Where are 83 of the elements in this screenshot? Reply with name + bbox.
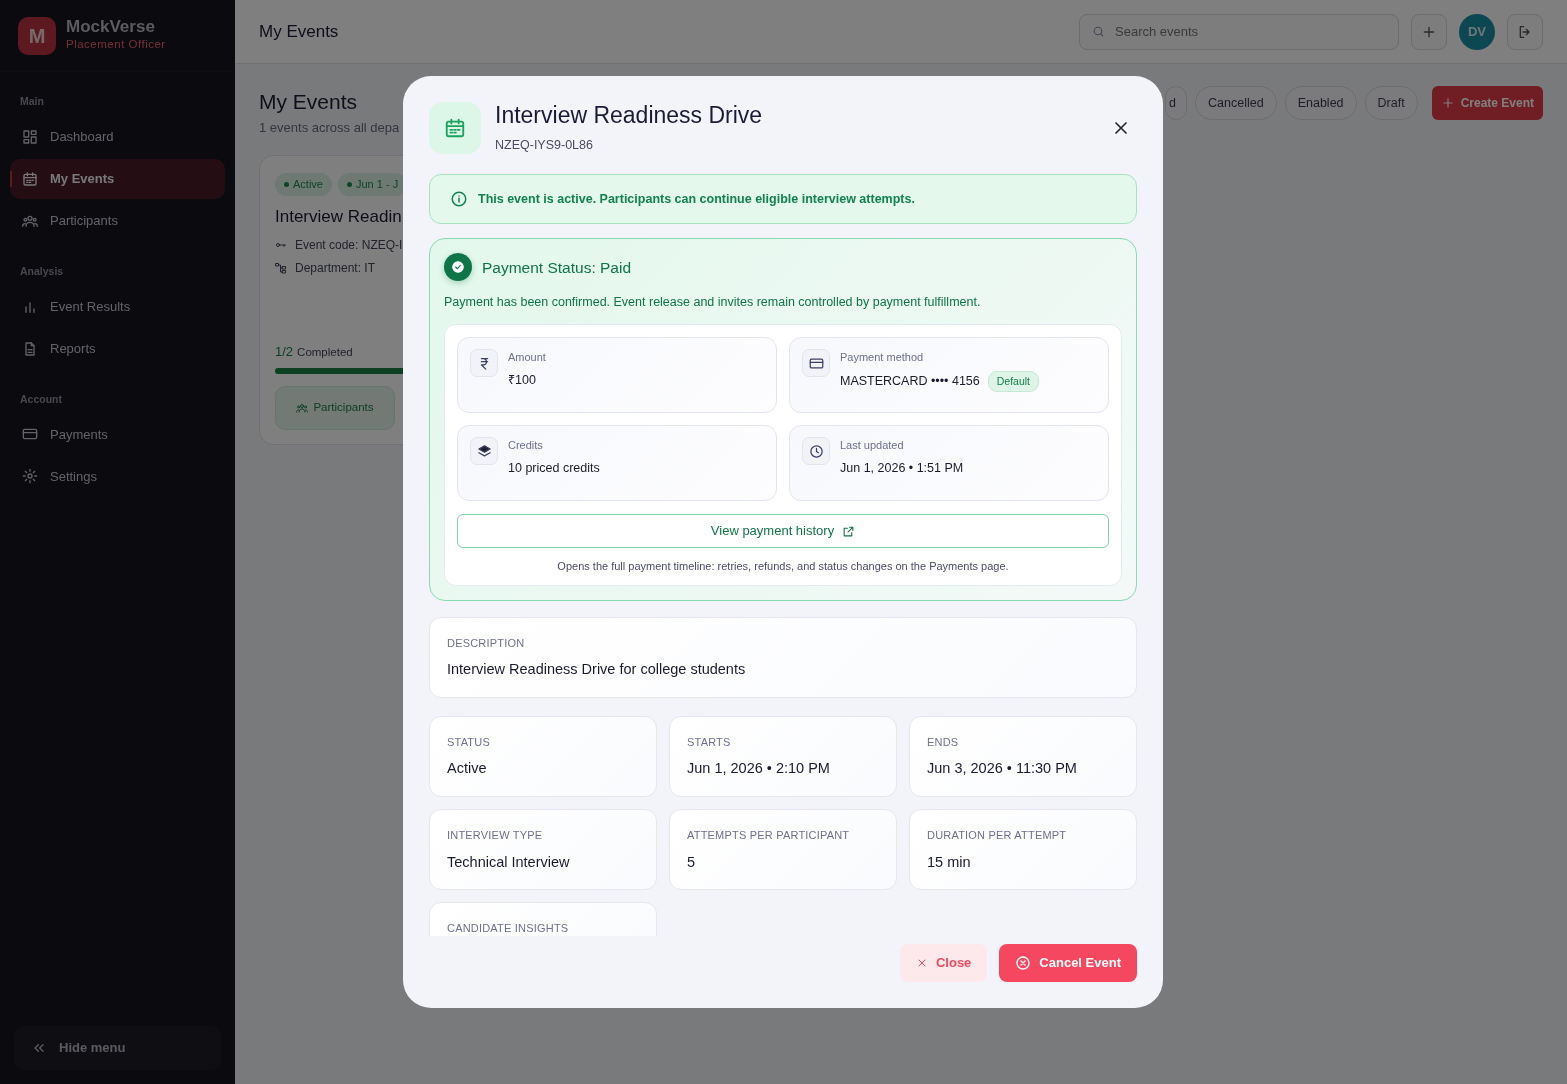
add-button[interactable] [1411,13,1447,50]
cancel-event-button[interactable]: Cancel Event [999,944,1137,982]
settings-icon [22,468,38,485]
subtitle: 1 events across all depa [259,118,400,137]
clock-glyph-icon [808,443,824,459]
credit-card-glyph-icon [808,355,824,371]
payment-status-title: Payment Status: Paid [482,257,632,278]
section-title: Main [19,94,45,109]
field-label: Payment method [840,350,925,366]
nav-item[interactable]: My Events [10,158,225,199]
search-icon [1092,25,1105,38]
field-label: CANDIDATE INSIGHTS [447,921,570,936]
view-payment-history-button[interactable]: View payment history [457,514,1109,549]
section-title: Analysis [19,263,65,279]
field-value: Active [447,759,488,779]
info-icon [450,190,468,209]
field-label: ENDS [927,734,960,750]
field-value: Jun 1, 2026 • 2:10 PM [687,759,831,779]
field-value: Jun 1, 2026 • 1:51 PM [840,459,964,477]
close-button[interactable]: Close [899,944,988,982]
field-label: Credits [508,438,544,454]
search-box[interactable]: Search events [1079,13,1399,50]
create-event-button[interactable]: Create Event [1431,86,1543,120]
alert-text: This event is active. Participants can continue eligible interview attempts. [478,190,915,208]
event-code: NZEQ-IYS9-0L86 [495,136,594,154]
field-label: Last updated [840,438,905,454]
event-title: Interview Readin [275,205,403,228]
progress-label: Completed [297,345,353,358]
filter-chip[interactable]: Enabled [1284,86,1357,120]
nav-item[interactable]: Payments [10,414,225,455]
nav-item[interactable]: Reports [10,328,225,369]
field-label: INTERVIEW TYPE [447,828,544,844]
section-title: Account [19,391,63,407]
calendar-glyph-icon [444,117,466,140]
people-icon [296,402,309,414]
hierarchy-icon [275,261,287,274]
default-badge: Default [987,370,1040,393]
field-value: Jun 3, 2026 • 11:30 PM [927,759,1078,779]
field-value: MASTERCARD •••• 4156 [840,373,980,391]
dashboard-icon [22,128,38,145]
plus-icon [1440,96,1455,110]
field-value: 10 priced credits [508,459,600,477]
nav-item[interactable]: Dashboard [10,116,225,157]
filter-chip[interactable]: d [1165,86,1188,120]
brand-name: MockVerse [66,17,156,37]
helper-text: Opens the full payment timeline: retries, refunds, and status changes on the Payments page. [556,559,1010,575]
payment-text: Payment has been confirmed. Event release and invites remain controlled by payment fulfillment. [444,294,982,312]
page-title: My Events [259,20,339,43]
logout-button[interactable] [1507,13,1543,50]
user-role: Placement Officer [66,37,166,53]
field-label: STARTS [687,734,732,750]
layers-glyph-icon [476,443,492,459]
search-field[interactable]: Search events [1113,20,1373,43]
filter-chip[interactable]: Draft [1364,86,1418,120]
field-label: DESCRIPTION [447,635,526,651]
cancel-circle-icon [1015,955,1032,971]
calendar-icon [22,170,38,187]
nav-item[interactable]: Participants [10,200,225,241]
nav-item[interactable]: Event Results [10,286,225,327]
field-value: 5 [687,852,697,872]
participants-button[interactable]: Participants [275,386,395,430]
field-value: ₹100 [508,371,536,389]
check-glyph-icon [451,260,465,275]
field-label: Amount [508,350,546,366]
filter-chip[interactable]: Cancelled [1195,86,1277,120]
event-code: Event code: NZEQ-I [295,236,403,254]
nav-item[interactable]: Settings [10,456,225,497]
hide-menu-button[interactable]: Hide menu [14,1026,221,1070]
document-icon [22,340,38,357]
field-label: DURATION PER ATTEMPT [927,828,1068,844]
field-label: ATTEMPTS PER PARTICIPANT [687,828,851,844]
progress-count: 1/2 [275,343,294,359]
status-tag: Active [275,173,332,196]
logo-badge: M [18,16,56,55]
field-value: 15 min [927,852,972,872]
field-label: STATUS [447,734,491,750]
external-link-icon [842,524,856,538]
description-text: Interview Readiness Drive for college students [447,660,747,680]
heading: My Events [259,89,359,115]
user-avatar[interactable]: DV [1459,13,1495,50]
department-text: Department: IT [295,259,376,277]
dialog-title: Interview Readiness Drive [495,102,763,130]
field-value: Technical Interview [447,852,571,872]
